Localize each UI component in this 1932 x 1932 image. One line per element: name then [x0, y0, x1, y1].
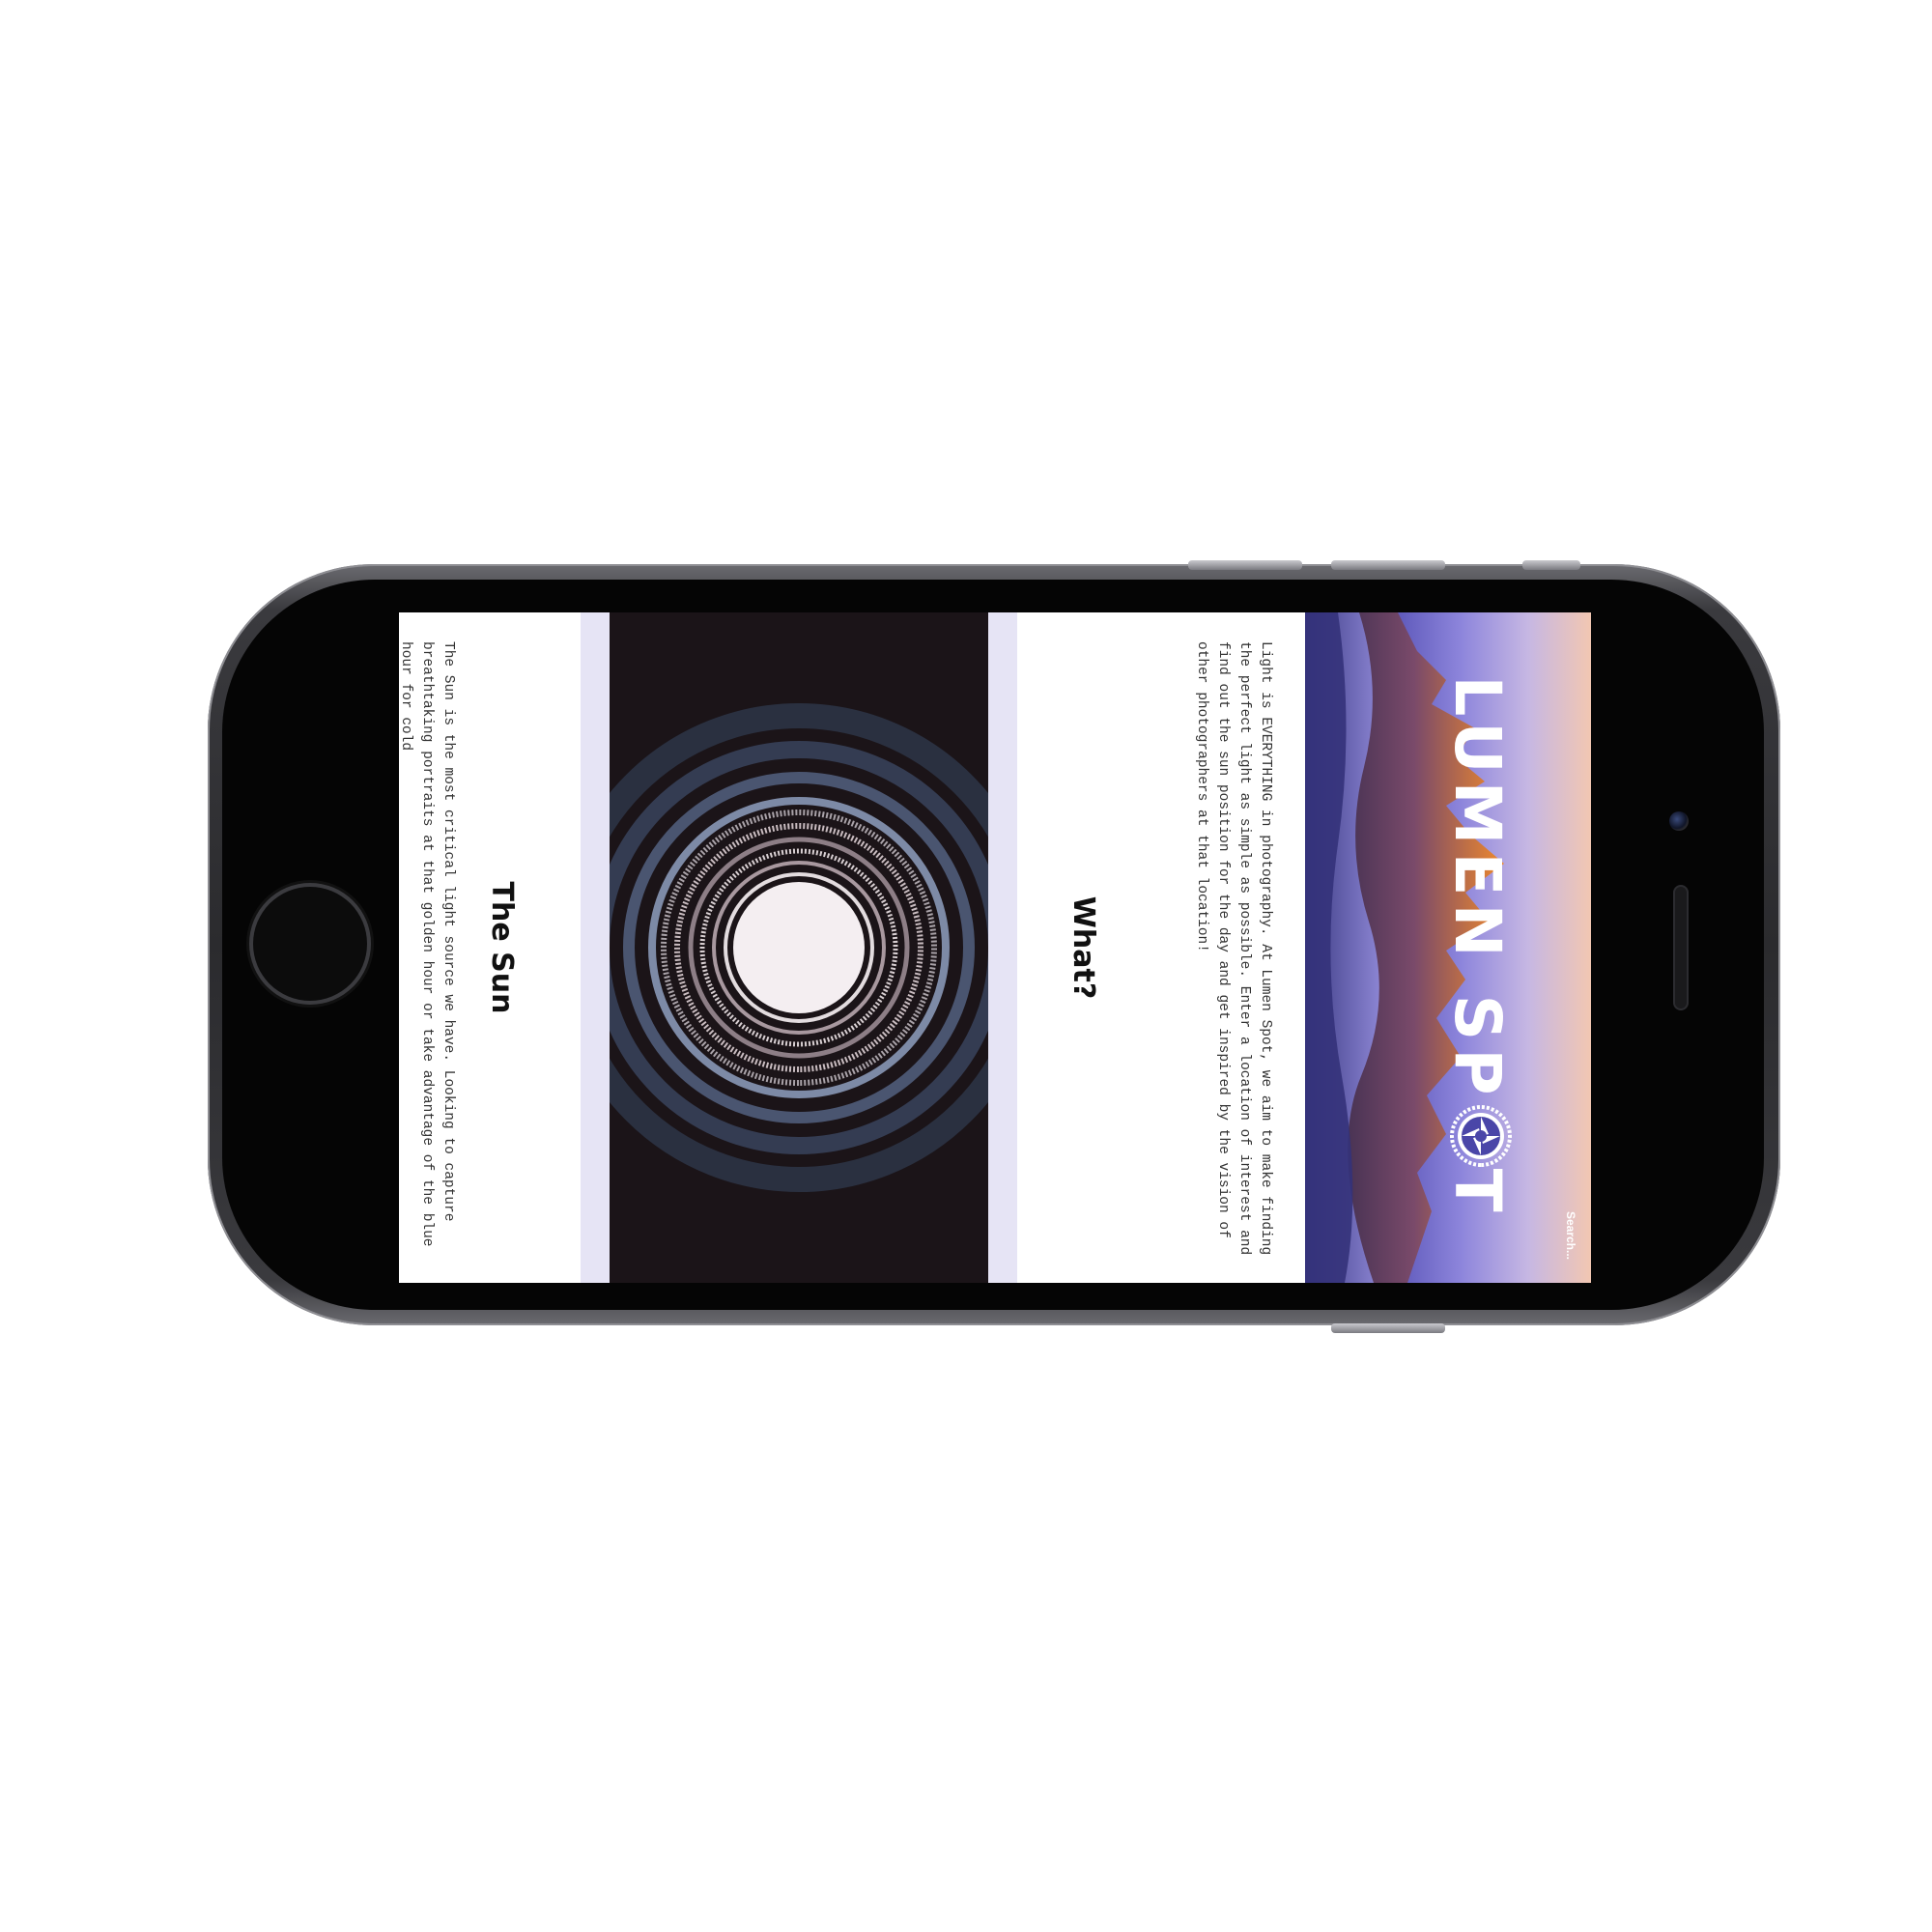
brand-text-end: T [1440, 1168, 1515, 1220]
divider-band [988, 612, 1017, 1283]
what-section: Light is EVERYTHING in photography. At L… [1017, 612, 1305, 1283]
home-button[interactable] [253, 887, 367, 1001]
volume-down-button [1331, 560, 1445, 570]
earpiece-speaker [1675, 887, 1687, 1009]
mute-switch [1522, 560, 1580, 570]
volume-up-button [1188, 560, 1302, 570]
aperture-logo-icon [1450, 1104, 1512, 1167]
web-page: Search... LUMEN SP T Light is EVERYTHING… [399, 612, 1591, 1283]
brand-logo: LUMEN SP T [1438, 612, 1516, 1283]
what-heading: What? [1066, 895, 1100, 1000]
sun-section: The Sun The Sun is the most critical lig… [399, 612, 581, 1283]
hero-banner: Search... LUMEN SP T [1305, 612, 1591, 1283]
phone-screen: Search... LUMEN SP T Light is EVERYTHING… [399, 612, 1591, 1283]
front-camera [1669, 811, 1689, 831]
power-button [1331, 1323, 1445, 1333]
spiral-photo [610, 612, 988, 1283]
what-body: Light is EVERYTHING in photography. At L… [1194, 641, 1273, 1256]
sun-heading: The Sun [485, 881, 519, 1014]
spiral-staircase-image [610, 612, 988, 1283]
search-input[interactable]: Search... [1558, 1196, 1583, 1275]
sun-body: The Sun is the most critical light sourc… [399, 641, 456, 1247]
divider-band [581, 612, 610, 1283]
brand-text-start: LUMEN SP [1440, 675, 1515, 1103]
